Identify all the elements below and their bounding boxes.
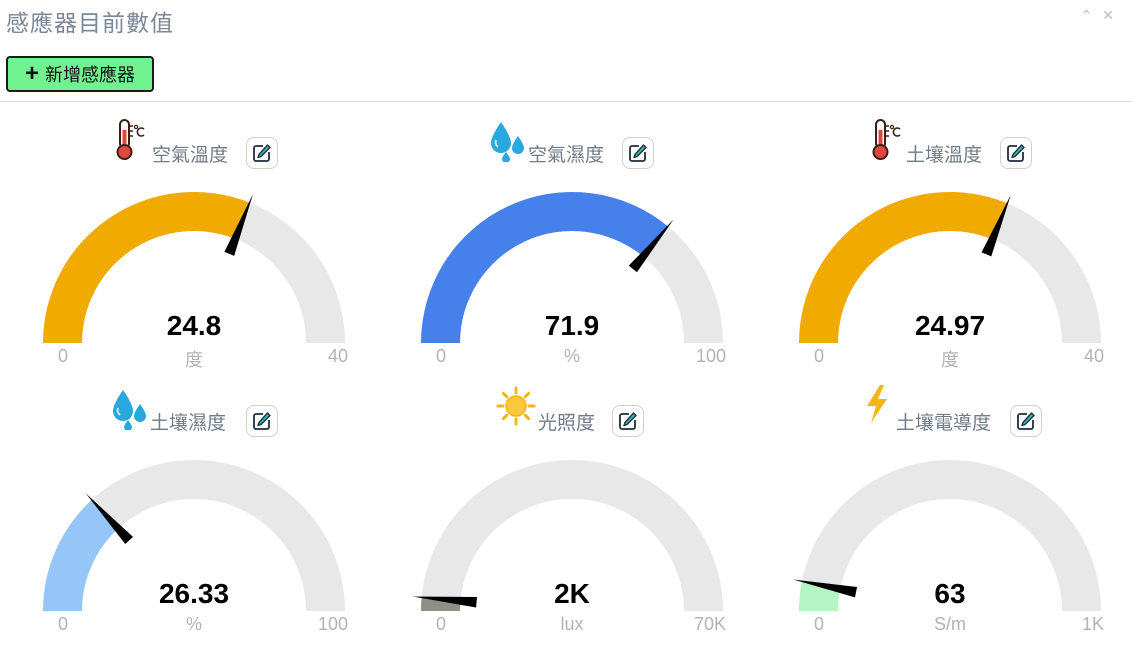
edit-sensor-button[interactable]	[1010, 405, 1042, 437]
edit-icon	[628, 143, 648, 163]
sensor-card: 土壤電導度 63 S/m 0 1K	[780, 380, 1120, 640]
sensor-name: 光照度	[538, 413, 596, 434]
gauge-value: 2K	[554, 578, 590, 609]
lightning-icon	[862, 384, 892, 429]
sensor-name: 土壤電導度	[896, 413, 992, 434]
water-drops-icon	[488, 118, 528, 167]
edit-icon	[252, 143, 272, 163]
gauge-unit: lux	[560, 614, 584, 634]
edit-sensor-button[interactable]	[622, 137, 654, 169]
sensor-header: 土壤溫度	[780, 112, 1120, 172]
gauge-max-label: 40	[1083, 346, 1104, 366]
edit-sensor-button[interactable]	[1000, 137, 1032, 169]
gauge-min-label: 0	[814, 346, 825, 366]
gauge-unit: %	[563, 346, 580, 366]
edit-icon	[252, 411, 272, 431]
gauge-max-label: 40	[327, 346, 348, 366]
sensor-name: 空氣濕度	[528, 145, 605, 166]
water-drops-icon	[110, 386, 150, 435]
gauge-value: 26.33	[158, 578, 230, 609]
gauge-unit: S/m	[933, 614, 966, 634]
sensor-header: 空氣溫度	[24, 112, 364, 172]
thermometer-icon	[870, 118, 904, 167]
sensor-header: 土壤濕度	[24, 380, 364, 440]
edit-sensor-button[interactable]	[246, 405, 278, 437]
edit-icon	[1016, 411, 1036, 431]
sensor-card: 空氣溫度 24.8 度 0 40	[24, 112, 364, 372]
sensor-header: 空氣濕度	[402, 112, 742, 172]
sensor-name: 空氣溫度	[152, 145, 229, 166]
divider	[0, 101, 1132, 102]
gauge-value: 71.9	[544, 310, 600, 341]
gauge-unit: 度	[941, 350, 959, 370]
gauge-min-label: 0	[436, 614, 447, 634]
thermometer-icon	[114, 118, 148, 167]
gauge-value: 24.8	[166, 310, 222, 341]
gauge-unit: %	[185, 614, 202, 634]
gauge-max-label: 70K	[693, 614, 726, 634]
sensor-card: 空氣濕度 71.9% 0 100	[402, 112, 742, 372]
gauge-min-label: 0	[58, 614, 69, 634]
sensor-header: 光照度	[402, 380, 742, 440]
edit-icon	[1006, 143, 1026, 163]
gauge-max-label: 100	[317, 614, 348, 634]
edit-sensor-button[interactable]	[246, 137, 278, 169]
edit-sensor-button[interactable]	[612, 405, 644, 437]
close-icon[interactable]: ✕	[1102, 6, 1114, 24]
collapse-icon[interactable]: ⌃	[1081, 6, 1093, 24]
sensor-card: 土壤濕度 26.33% 0 100	[24, 380, 364, 640]
sensor-card: 土壤溫度 24.97 度 0 40	[780, 112, 1120, 372]
gauge-value: 24.97	[914, 310, 986, 341]
edit-icon	[618, 411, 638, 431]
sensor-card: 光照度 2K lux 0 70K	[402, 380, 742, 640]
panel-tools: ⌃ ✕	[1081, 6, 1114, 24]
panel-title: 感應器目前數值	[6, 11, 174, 37]
gauge-value: 63	[934, 578, 966, 609]
gauge-max-label: 100	[695, 346, 726, 366]
sensor-name: 土壤濕度	[150, 413, 227, 434]
plus-icon: +	[24, 60, 39, 87]
gauge-min-label: 0	[58, 346, 69, 366]
sensor-header: 土壤電導度	[780, 380, 1120, 440]
gauge-unit: 度	[185, 350, 203, 370]
sensor-name: 土壤溫度	[906, 145, 983, 166]
gauge-max-label: 1K	[1081, 614, 1104, 634]
add-sensor-button[interactable]: + 新增感應器	[6, 56, 154, 92]
gauge-min-label: 0	[814, 614, 825, 634]
sun-icon	[496, 386, 536, 431]
add-sensor-label: 新增感應器	[45, 65, 135, 85]
gauge-min-label: 0	[436, 346, 447, 366]
